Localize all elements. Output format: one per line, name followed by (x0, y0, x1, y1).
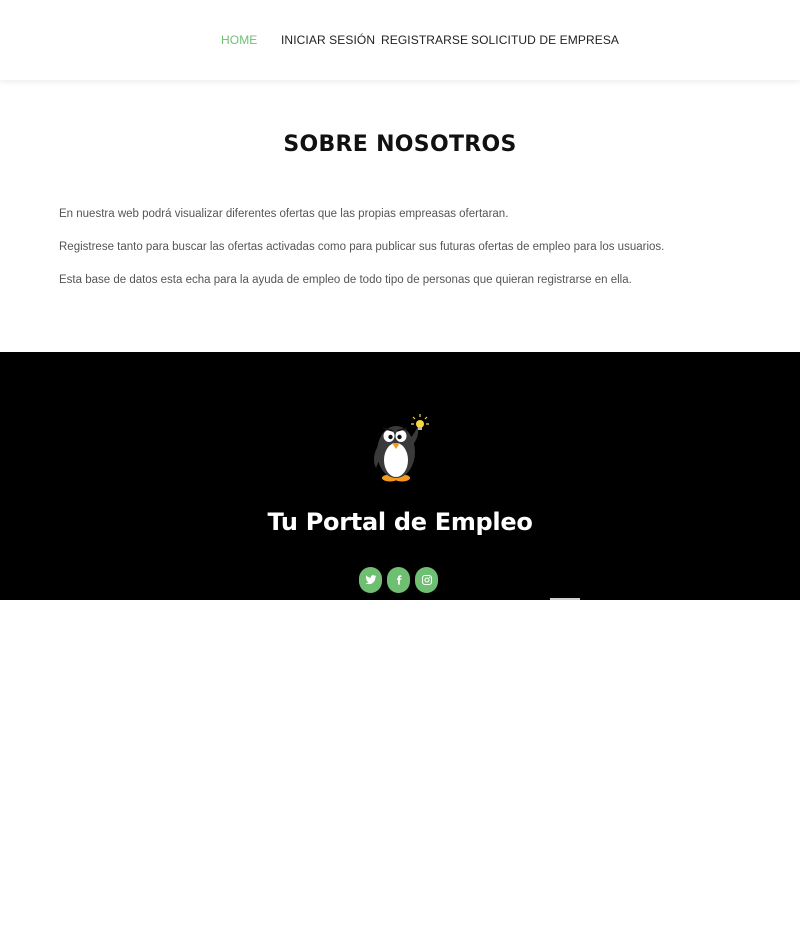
about-section: SOBRE NOSOTROS En nuestra web podrá visu… (0, 80, 800, 352)
nav-login-link[interactable]: INICIAR SESIÓN (281, 33, 375, 47)
about-title: SOBRE NOSOTROS (283, 132, 517, 157)
about-paragraph: Registrese tanto para buscar las ofertas… (59, 241, 665, 253)
nav-register-link[interactable]: REGISTRARSE (381, 33, 468, 47)
nav-home-link[interactable]: HOME (221, 33, 257, 47)
about-paragraph: En nuestra web podrá visualizar diferent… (59, 208, 509, 220)
facebook-button[interactable] (387, 567, 410, 593)
nav-company-request-link[interactable]: SOLICITUD DE EMPRESA (471, 33, 619, 47)
brand-title: Tu Portal de Empleo (267, 508, 533, 536)
footer: Tu Portal de Empleo (0, 352, 800, 952)
instagram-button[interactable] (415, 567, 438, 593)
instagram-icon (421, 574, 432, 586)
twitter-icon (365, 575, 376, 585)
penguin-lightbulb-icon (368, 412, 434, 484)
about-paragraph: Esta base de datos esta echa para la ayu… (59, 274, 632, 286)
top-navbar: HOME INICIAR SESIÓN REGISTRARSE SOLICITU… (0, 0, 800, 80)
social-links (359, 567, 438, 593)
twitter-button[interactable] (359, 567, 382, 593)
facebook-icon (396, 575, 401, 585)
